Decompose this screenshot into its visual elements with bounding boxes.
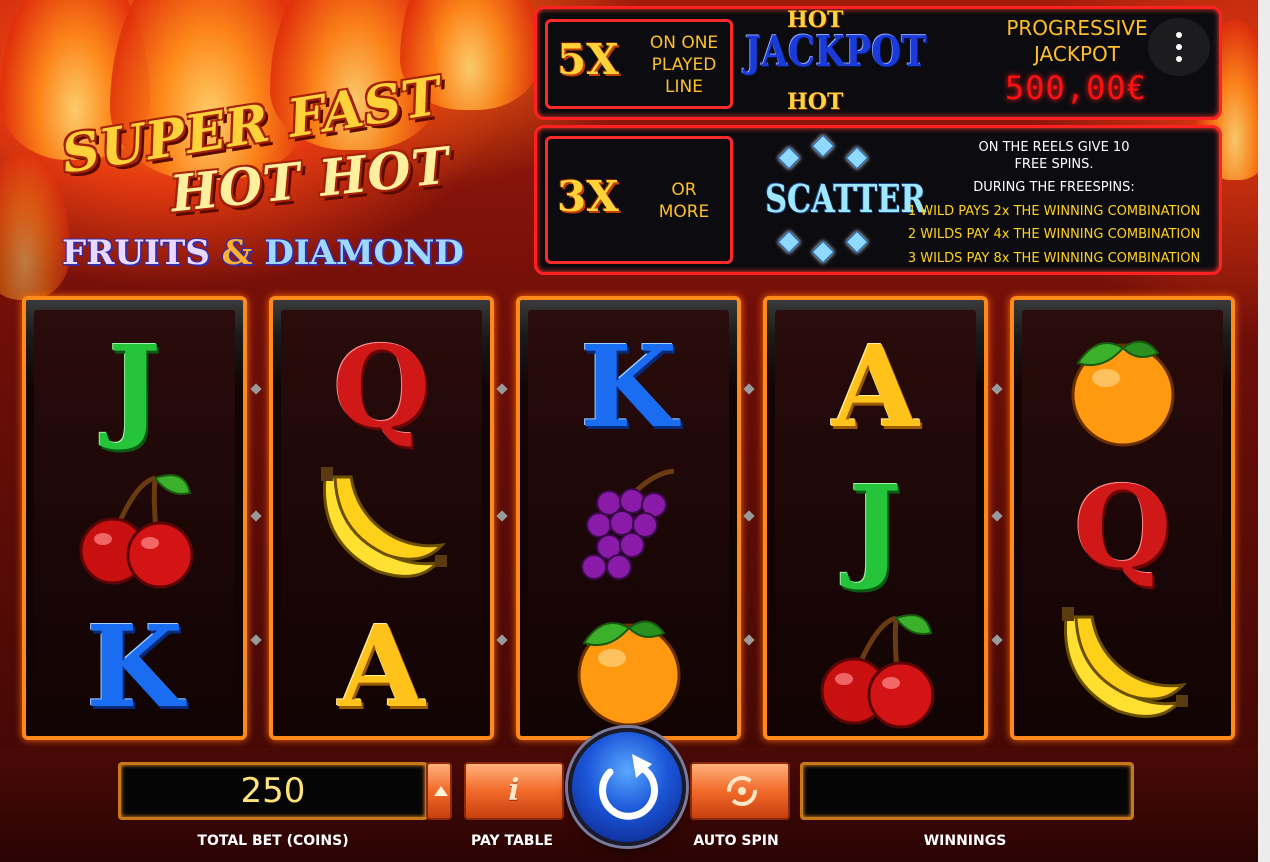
letter-symbol-j: J — [34, 318, 235, 458]
banana-symbol-icon — [1022, 598, 1223, 738]
symbol-letter: K — [579, 322, 678, 453]
pay-table-button[interactable]: i — [464, 762, 564, 820]
progressive-jackpot-label: PROGRESSIVE JACKPOT — [1006, 16, 1148, 66]
symbol-letter: J — [849, 462, 902, 593]
scatter-rules: ON THE REELS GIVE 10 FREE SPINS. DURING … — [895, 136, 1213, 270]
diamond-icon — [845, 146, 869, 170]
spin-button[interactable] — [568, 728, 686, 846]
cherry-symbol-icon — [34, 458, 235, 598]
auto-spin-label: AUTO SPIN — [693, 833, 779, 849]
reel-2: QA — [269, 296, 494, 740]
progressive-jackpot-value: 500,00€ — [1005, 69, 1147, 107]
multiplier-5x: 5X — [557, 35, 619, 84]
rule-line: FREE SPINS. — [1014, 156, 1094, 172]
reel-window: JK — [34, 310, 235, 728]
reel-5: Q — [1010, 296, 1235, 740]
orange-symbol-icon — [1022, 318, 1223, 458]
symbol-letter: Q — [332, 322, 431, 453]
letter-symbol-k: K — [528, 318, 729, 458]
triangle-up-icon — [434, 786, 448, 796]
hot-bottom-label: HOT — [787, 89, 844, 115]
letter-symbol-a: A — [281, 598, 482, 738]
bet-increase-button[interactable] — [426, 762, 452, 820]
reel-window: QA — [281, 310, 482, 728]
letter-symbol-q: Q — [1022, 458, 1223, 598]
total-bet-label: TOTAL BET (COINS) — [197, 833, 349, 849]
reel-3: K — [516, 296, 741, 740]
cherry-symbol-icon — [775, 598, 976, 738]
reel-window: AJ — [775, 310, 976, 729]
letter-symbol-j: J — [775, 458, 976, 598]
multiplier-3x: 3X — [557, 172, 619, 221]
diamond-icon — [845, 230, 869, 254]
logo-fruits-diamond: FRUITS & DIAMOND — [62, 233, 464, 273]
symbol-letter: Q — [1073, 462, 1172, 593]
rule-line: 3 WILDS PAY 8x THE WINNING COMBINATION — [907, 250, 1201, 266]
reel-4: AJ — [763, 296, 988, 740]
banana-symbol-icon — [281, 458, 482, 598]
winnings-display — [800, 762, 1134, 820]
auto-spin-icon — [727, 776, 757, 806]
total-bet-display: 250 — [118, 762, 428, 820]
total-bet-value: 250 — [240, 771, 306, 811]
reel-window: Q — [1022, 310, 1223, 728]
diamond-icon — [777, 230, 801, 254]
pay-table-label: PAY TABLE — [471, 833, 553, 849]
menu-button[interactable] — [1148, 18, 1210, 76]
rule-line: 1 WILD PAYS 2x THE WINNING COMBINATION — [907, 203, 1201, 219]
letter-symbol-q: Q — [281, 318, 482, 458]
jackpot-wordmark: JACKPOT — [745, 27, 927, 76]
symbol-letter: K — [85, 602, 184, 733]
game-logo: SUPER FAST HOT HOT FRUITS & DIAMOND — [40, 65, 510, 285]
diamond-icon — [777, 146, 801, 170]
symbol-letter: A — [832, 322, 919, 453]
diamond-icon — [811, 134, 835, 158]
info-icon: i — [508, 773, 520, 808]
grapes-symbol-icon — [528, 458, 729, 598]
winnings-label: WINNINGS — [923, 833, 1007, 849]
circular-arrow-icon — [599, 754, 658, 820]
symbol-letter: A — [338, 602, 425, 733]
rule-line: 2 WILDS PAY 4x THE WINNING COMBINATION — [907, 227, 1201, 242]
reel-window: K — [528, 310, 729, 728]
jackpot-info-panel: 5X ON ONE PLAYED LINE HOT JACKPOT HOT PR… — [534, 6, 1222, 120]
auto-spin-button[interactable] — [690, 762, 790, 820]
symbol-letter: J — [108, 322, 161, 453]
multiplier-description: OR MORE — [658, 180, 710, 222]
letter-symbol-k: K — [34, 598, 235, 738]
reel-1: JK — [22, 296, 247, 740]
multiplier-description: ON ONE PLAYED LINE — [649, 33, 719, 97]
orange-symbol-icon — [528, 598, 729, 738]
rule-line: DURING THE FREESPINS: — [973, 180, 1135, 195]
letter-symbol-a: A — [775, 318, 976, 458]
diamond-icon — [811, 240, 835, 264]
page-scrollbar-track[interactable] — [1258, 0, 1270, 862]
